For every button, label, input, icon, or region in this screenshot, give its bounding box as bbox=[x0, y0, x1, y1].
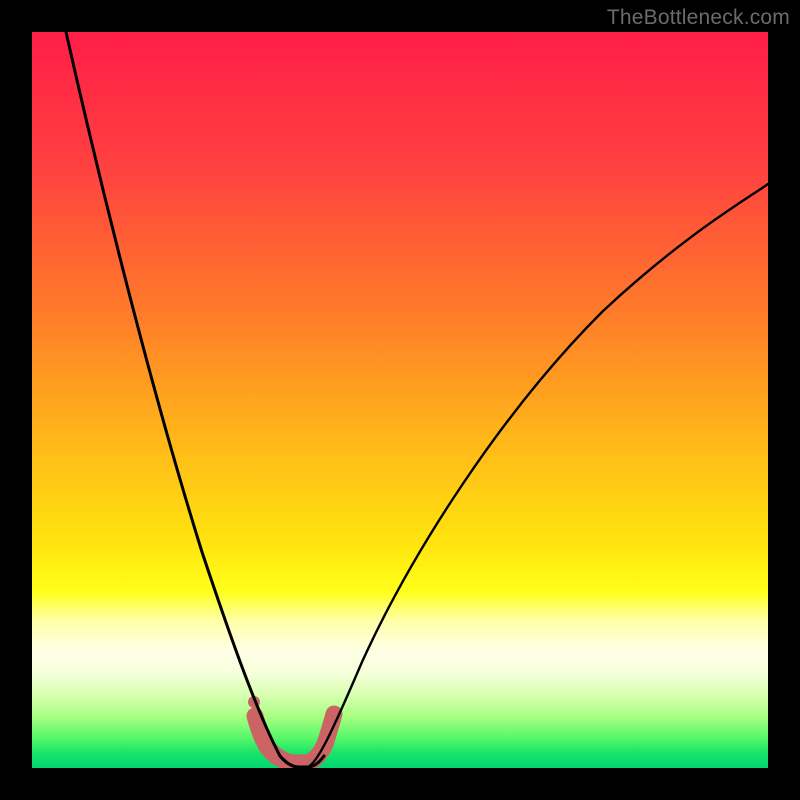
valley-highlight bbox=[255, 714, 334, 763]
chart-frame: TheBottleneck.com bbox=[0, 0, 800, 800]
plot-area bbox=[32, 32, 768, 768]
watermark-text: TheBottleneck.com bbox=[607, 6, 790, 30]
curve-left-branch bbox=[66, 32, 298, 767]
curve-right-branch bbox=[308, 184, 768, 767]
curve-layer bbox=[32, 32, 768, 768]
